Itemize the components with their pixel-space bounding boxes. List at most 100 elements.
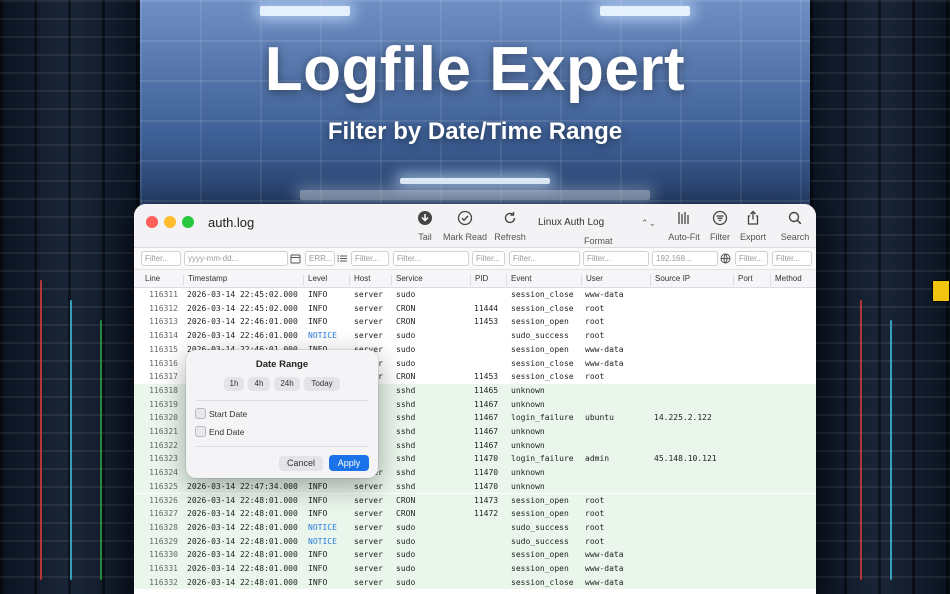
ceiling-light — [600, 6, 690, 16]
column-header-level[interactable]: Level — [303, 274, 327, 286]
export-button[interactable]: Export — [739, 210, 767, 242]
table-row[interactable]: 116326 2026-03-14 22:48:01.000 INFO server C… — [134, 493, 816, 508]
column-header-event[interactable]: Event — [506, 274, 531, 286]
table-row[interactable]: 116325 2026-03-14 22:47:34.000 INFO server s… — [134, 479, 816, 494]
method-filter-input[interactable]: Filter... — [772, 251, 812, 266]
table-row[interactable]: 116332 2026-03-14 22:48:01.000 INFO server s… — [134, 575, 816, 590]
cell-event: session_open — [511, 509, 569, 519]
cell-event: session_close — [511, 577, 574, 587]
cell-user: www-data — [585, 358, 624, 368]
column-header-method[interactable]: Method — [770, 274, 802, 286]
titlebar: auth.log Tail Mark Read Refresh Linux Au… — [134, 204, 816, 248]
start-date-checkbox[interactable] — [195, 408, 206, 419]
cancel-button[interactable]: Cancel — [279, 456, 323, 471]
close-window-button[interactable] — [146, 216, 158, 228]
cell-pid: 11453 — [474, 372, 499, 382]
quick-range-1h[interactable]: 1h — [224, 377, 244, 391]
cell-timestamp: 2026-03-14 22:46:01.000 — [187, 317, 298, 327]
user-filter-input[interactable]: Filter... — [583, 251, 649, 266]
calendar-icon[interactable] — [290, 253, 301, 264]
column-header-pid[interactable]: PID — [470, 274, 488, 286]
table-row[interactable]: 116311 2026-03-14 22:45:02.000 INFO server s… — [134, 288, 816, 302]
column-header-user[interactable]: User — [581, 274, 603, 286]
column-header-source-ip[interactable]: Source IP — [650, 274, 690, 286]
column-header-service[interactable]: Service — [391, 274, 423, 286]
pid-filter-input[interactable]: Filter... — [472, 251, 505, 266]
cell-pid: 11470 — [474, 468, 499, 478]
cell-timestamp: 2026-03-14 22:48:01.000 — [187, 536, 298, 546]
ceiling-light — [300, 190, 650, 200]
cell-user: www-data — [585, 344, 624, 354]
search-button[interactable]: Search — [780, 210, 810, 242]
cell-service: CRON — [396, 317, 416, 327]
ceiling-light — [260, 6, 350, 16]
filter-button[interactable]: Filter — [708, 210, 732, 242]
cell-line: 116314 — [149, 331, 178, 341]
apply-button[interactable]: Apply — [329, 455, 369, 471]
column-header-timestamp[interactable]: Timestamp — [183, 274, 227, 286]
cell-level: NOTICE — [308, 522, 337, 532]
port-filter-input[interactable]: Filter... — [735, 251, 768, 266]
divider — [196, 400, 368, 401]
level-filter-input[interactable]: ERR... — [305, 251, 335, 266]
cell-host: server — [354, 522, 383, 532]
end-date-label: End Date — [209, 427, 245, 437]
cell-user: root — [585, 372, 605, 382]
cell-host: server — [354, 550, 383, 560]
table-row[interactable]: 116329 2026-03-14 22:48:01.000 NOTICE serve… — [134, 534, 816, 549]
column-header-row: Line Timestamp Level Host Service PID Ev… — [134, 270, 816, 288]
column-header-port[interactable]: Port — [733, 274, 753, 286]
filter-row: Filter... yyyy-mm-dd... ERR... Filter...… — [134, 248, 816, 270]
zoom-window-button[interactable] — [182, 216, 194, 228]
quick-range-4h[interactable]: 4h — [248, 377, 270, 391]
cell-line: 116326 — [149, 495, 178, 505]
cell-service: sudo — [396, 522, 416, 532]
cell-user: www-data — [585, 550, 624, 560]
cell-pid: 11453 — [474, 317, 499, 327]
source-ip-filter-input[interactable]: 192.168... — [652, 251, 718, 266]
line-filter-input[interactable]: Filter... — [141, 251, 181, 266]
quick-range-24h[interactable]: 24h — [274, 377, 300, 391]
globe-icon[interactable] — [720, 253, 731, 264]
cell-event: unknown — [511, 399, 545, 409]
cell-host: server — [354, 564, 383, 573]
column-header-line[interactable]: Line — [141, 274, 160, 286]
format-select[interactable]: Linux Auth Log ⌃⌄ — [530, 214, 660, 232]
list-icon[interactable] — [337, 253, 348, 264]
refresh-button[interactable]: Refresh — [494, 210, 526, 242]
cell-service: sudo — [396, 577, 416, 587]
quick-range-today[interactable]: Today — [304, 377, 340, 391]
checkmark-circle-icon — [457, 210, 473, 226]
cell-host: server — [354, 495, 383, 505]
event-filter-input[interactable]: Filter... — [509, 251, 580, 266]
cell-event: session_close — [511, 358, 574, 368]
cell-line: 116317 — [149, 372, 178, 382]
end-date-checkbox[interactable] — [195, 426, 206, 437]
headline: Logfile Expert — [264, 35, 686, 104]
table-row[interactable]: 116314 2026-03-14 22:46:01.000 NOTICE serve… — [134, 329, 816, 343]
cell-timestamp: 2026-03-14 22:45:02.000 — [187, 290, 298, 299]
cell-line: 116319 — [149, 399, 178, 409]
table-row[interactable]: 116313 2026-03-14 22:46:01.000 INFO server C… — [134, 315, 816, 329]
auto-fit-button[interactable]: Auto-Fit — [668, 210, 700, 242]
table-row[interactable]: 116312 2026-03-14 22:45:02.000 INFO server C… — [134, 302, 816, 316]
download-arrow-icon — [418, 211, 432, 225]
cell-service: CRON — [396, 509, 416, 519]
ceiling-light — [400, 178, 550, 184]
table-row[interactable]: 116330 2026-03-14 22:48:01.000 INFO server s… — [134, 548, 816, 562]
cell-timestamp: 2026-03-14 22:48:01.000 — [187, 522, 298, 532]
table-row[interactable]: 116328 2026-03-14 22:48:01.000 NOTICE serve… — [134, 520, 816, 535]
table-row[interactable]: 116327 2026-03-14 22:48:01.000 INFO server C… — [134, 507, 816, 521]
column-header-host[interactable]: Host — [349, 274, 370, 286]
cell-event: login_failure — [511, 413, 574, 423]
cell-service: sshd — [396, 399, 416, 409]
host-filter-input[interactable]: Filter... — [351, 251, 389, 266]
cell-host: server — [354, 577, 383, 587]
service-filter-input[interactable]: Filter... — [393, 251, 469, 266]
tail-button[interactable]: Tail — [412, 210, 438, 242]
table-row[interactable]: 116331 2026-03-14 22:48:01.000 INFO server s… — [134, 562, 816, 576]
timestamp-filter-input[interactable]: yyyy-mm-dd... — [184, 251, 288, 266]
mark-read-button[interactable]: Mark Read — [443, 210, 487, 242]
cable — [70, 300, 72, 580]
minimize-window-button[interactable] — [164, 216, 176, 228]
